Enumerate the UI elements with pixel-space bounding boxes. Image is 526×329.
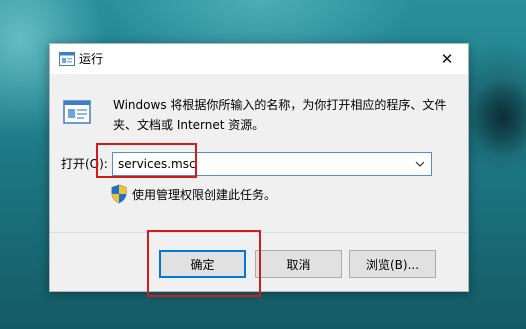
close-icon: ✕ — [440, 50, 454, 68]
run-icon — [59, 52, 75, 66]
highlight-box-ok — [147, 230, 261, 297]
uac-shield-icon — [111, 184, 127, 204]
close-button[interactable]: ✕ — [426, 44, 468, 74]
run-icon — [63, 100, 91, 124]
chevron-down-icon[interactable] — [413, 156, 427, 172]
cancel-button[interactable]: 取消 — [255, 250, 342, 278]
admin-privilege-note: 使用管理权限创建此任务。 — [132, 188, 277, 202]
title-bar: 运行 ✕ — [50, 44, 468, 74]
highlight-box-input — [96, 143, 197, 178]
description-text: Windows 将根据你所输入的名称，为你打开相应的程序、文件夹、文档或 Int… — [113, 98, 447, 132]
window-title: 运行 — [79, 52, 104, 66]
background-shadow — [468, 78, 526, 158]
browse-button[interactable]: 浏览(B)... — [349, 250, 436, 278]
